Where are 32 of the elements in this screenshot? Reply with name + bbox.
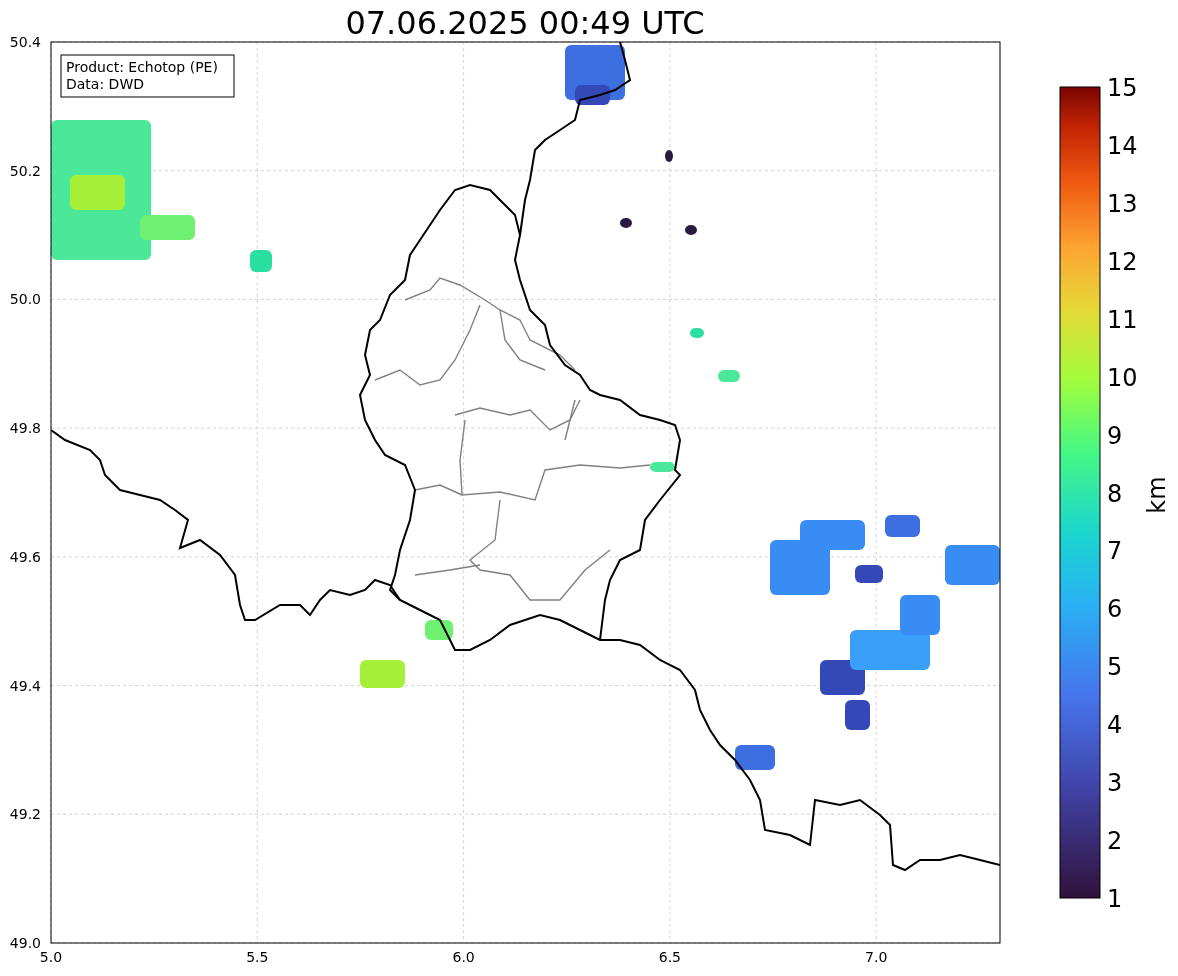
axis-tick-label: 49.4: [9, 677, 41, 694]
colorbar-tick-label: 7: [1107, 537, 1123, 566]
colorbar-tick-label: 3: [1107, 769, 1123, 798]
colorbar-tick-label: 15: [1107, 74, 1138, 102]
colorbar-tick-label: 11: [1107, 305, 1138, 334]
colorbar-tick-label: 8: [1107, 479, 1123, 508]
axis-tick-label: 7.0: [865, 949, 888, 965]
colorbar-tick-label: 6: [1107, 595, 1123, 624]
colorbar-tick-label: 13: [1107, 189, 1138, 218]
colorbar-tick-label: 10: [1107, 363, 1138, 392]
colorbar-label: km: [1143, 476, 1171, 514]
colorbar-tick-label: 1: [1107, 885, 1123, 913]
colorbar-tick-label: 9: [1107, 421, 1123, 450]
colorbar-tick-label: 14: [1107, 131, 1138, 160]
colorbar-tick-label: 12: [1107, 247, 1138, 276]
axis-tick-label: 5.5: [246, 949, 269, 965]
colorbar-tick-label: 5: [1107, 653, 1123, 682]
colorbar-tick-label: 2: [1107, 827, 1123, 856]
axis-tick-label: 6.0: [452, 949, 475, 965]
axis-tick-label: 50.2: [9, 162, 41, 179]
axis-tick-label: 5.0: [39, 949, 63, 965]
axis-tick-label: 50.0: [9, 291, 41, 308]
info-text: Product: Echotop (PE): [66, 59, 218, 75]
axis-tick-label: 50.4: [9, 34, 41, 50]
axis-tick-label: 49.6: [9, 548, 41, 565]
axis-tick-label: 49.0: [9, 935, 41, 951]
axis-tick-label: 6.5: [658, 949, 682, 965]
colorbar-tick-label: 4: [1107, 711, 1123, 740]
chart-title: 07.06.2025 00:49 UTC: [345, 4, 705, 42]
axis-tick-label: 49.8: [9, 420, 41, 437]
info-text: Data: DWD: [66, 76, 144, 92]
axis-tick-label: 49.2: [9, 806, 41, 823]
